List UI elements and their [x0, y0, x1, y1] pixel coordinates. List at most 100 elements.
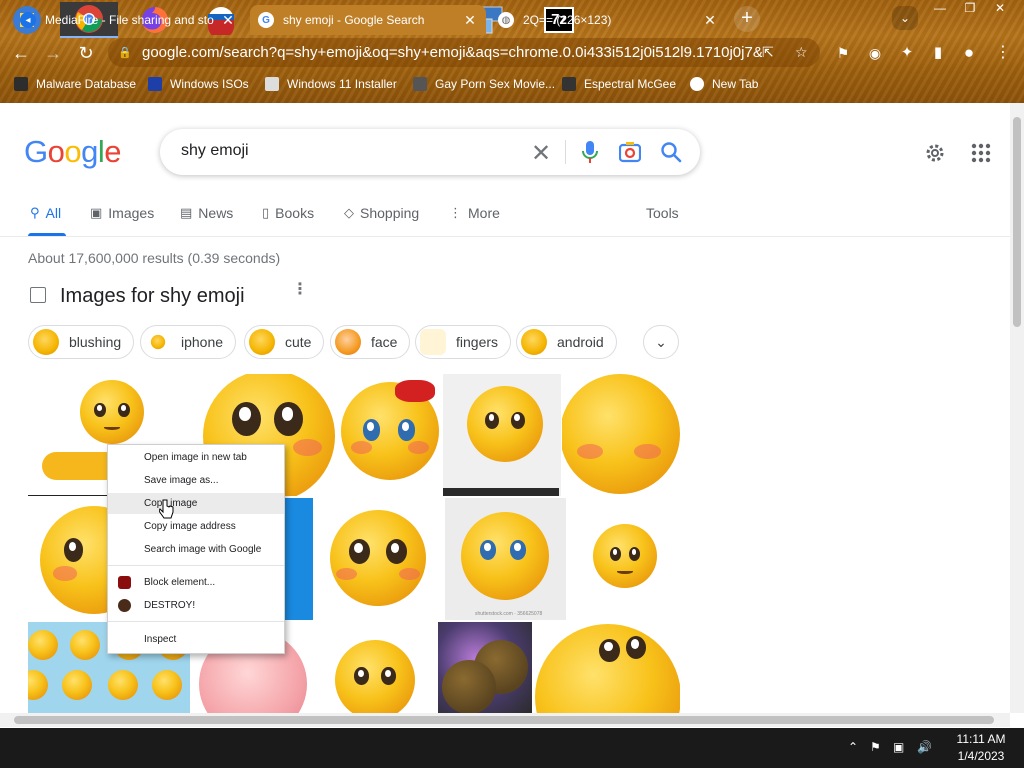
- network-icon[interactable]: ▣: [893, 740, 904, 754]
- x-icon: [148, 77, 162, 91]
- menu-item-search-image-google[interactable]: Search image with Google: [108, 539, 284, 560]
- menu-separator: [108, 621, 284, 622]
- menu-item-copy-image[interactable]: Copy image: [108, 493, 284, 514]
- menu-item-inspect[interactable]: Inspect: [108, 629, 284, 650]
- tab-google-search[interactable]: G shy emoji - Google Search ✕: [250, 5, 486, 35]
- news-icon: ▤: [180, 205, 193, 220]
- volume-icon[interactable]: 🔊: [917, 740, 932, 754]
- profile-icon[interactable]: ●: [958, 42, 980, 64]
- bookmark-windows-isos[interactable]: Windows ISOs: [148, 75, 249, 93]
- tab-images[interactable]: ▣ Images: [90, 205, 154, 221]
- emoji-thumbnail: [80, 380, 144, 444]
- bookmark-malware-database[interactable]: Malware Database: [14, 75, 136, 93]
- camera-icon[interactable]: [619, 141, 641, 163]
- clock-time: 11:11 AM: [956, 732, 1006, 746]
- scrollbar-thumb[interactable]: [14, 716, 994, 724]
- bookmark-new-tab[interactable]: New Tab: [690, 75, 758, 93]
- side-panel-icon[interactable]: ▮: [927, 42, 949, 64]
- flag-icon[interactable]: ⚑: [870, 740, 881, 754]
- forward-icon[interactable]: →: [42, 42, 64, 64]
- image-result[interactable]: shutterstock.com · 356625078: [445, 498, 566, 620]
- tab-title: MediaFire - File sharing and stora: [45, 13, 214, 27]
- result-stats: About 17,600,000 results (0.39 seconds): [28, 250, 281, 266]
- tab-news[interactable]: ▤ News: [180, 205, 233, 221]
- image-section-icon: [30, 287, 46, 303]
- menu-item-save-image-as[interactable]: Save image as...: [108, 470, 284, 491]
- tray-overflow-icon[interactable]: ⌃: [848, 740, 858, 754]
- scrollbar-thumb[interactable]: [1013, 117, 1021, 327]
- image-result[interactable]: [339, 374, 442, 496]
- search-box[interactable]: shy emoji ✕: [160, 129, 700, 175]
- close-tab-icon[interactable]: ✕: [702, 12, 718, 29]
- restore-button[interactable]: ❐: [954, 0, 986, 18]
- clock[interactable]: 11:11 AM 1/4/2023: [946, 731, 1016, 765]
- reload-icon[interactable]: ↻: [75, 42, 97, 64]
- google-logo[interactable]: Google: [24, 134, 122, 170]
- tab-search-button[interactable]: ⌄: [892, 6, 918, 30]
- image-result[interactable]: [567, 498, 680, 620]
- image-result[interactable]: [443, 374, 561, 496]
- chip-face[interactable]: face: [330, 325, 411, 359]
- apps-grid-icon[interactable]: [971, 143, 991, 163]
- menu-item-destroy[interactable]: DESTROY!: [108, 595, 284, 616]
- back-icon[interactable]: ←: [10, 42, 32, 64]
- tools-button[interactable]: Tools: [646, 205, 679, 221]
- menu-item-block-element[interactable]: Block element...: [108, 572, 284, 593]
- bookmark-star-icon[interactable]: ☆: [795, 44, 808, 61]
- tab-more[interactable]: ⋮ More: [449, 205, 500, 221]
- tab-all[interactable]: ⚲ All: [30, 205, 61, 221]
- image-result[interactable]: [438, 622, 532, 713]
- chevron-down-icon[interactable]: ⌄: [643, 325, 679, 359]
- avatar-extension-icon[interactable]: ◉: [864, 42, 886, 64]
- image-result[interactable]: [314, 498, 444, 620]
- context-menu: Open image in new tab Save image as... C…: [107, 444, 285, 654]
- flag-extension-icon[interactable]: ⚑: [832, 42, 854, 64]
- vertical-scrollbar[interactable]: [1010, 103, 1024, 713]
- bookmark-movie[interactable]: Gay Porn Sex Movie...: [413, 75, 555, 93]
- globe-icon: ◍: [498, 12, 514, 28]
- tab-image[interactable]: ◍ 2Q== (226×123) ✕: [490, 5, 726, 35]
- close-window-button[interactable]: ✕: [984, 0, 1016, 18]
- image-result[interactable]: [533, 622, 680, 713]
- new-tab-button[interactable]: +: [734, 6, 760, 32]
- chip-iphone[interactable]: iphone: [140, 325, 237, 359]
- share-icon[interactable]: ⇱: [762, 44, 774, 61]
- chip-android[interactable]: android: [516, 325, 617, 359]
- lock-icon: 🔒: [118, 47, 132, 59]
- book-icon: ▯: [262, 205, 270, 220]
- pointing-finger: [42, 452, 112, 480]
- extensions-icon[interactable]: ✦: [896, 42, 918, 64]
- search-input[interactable]: shy emoji: [181, 142, 249, 160]
- url-text[interactable]: google.com/search?q=shy+emoji&oq=shy+emo…: [142, 44, 762, 61]
- horizontal-scrollbar[interactable]: [0, 713, 1010, 727]
- chip-fingers[interactable]: fingers: [415, 325, 512, 359]
- chip-cute[interactable]: cute: [244, 325, 325, 359]
- emoji-thumbnail: [467, 386, 543, 462]
- settings-gear-icon[interactable]: [924, 142, 946, 164]
- search-icon: ⚲: [30, 205, 40, 220]
- emoji-thumbnail: [461, 512, 549, 600]
- bookmark-espectral-mcgee[interactable]: Espectral McGee: [562, 75, 676, 93]
- emoji-thumbnail: [330, 510, 426, 606]
- tab-mediafire[interactable]: ◂ MediaFire - File sharing and stora ✕: [12, 5, 244, 35]
- more-options-icon[interactable]: ⋮: [292, 282, 308, 298]
- menu-icon[interactable]: ⋮: [992, 42, 1014, 64]
- close-tab-icon[interactable]: ✕: [220, 12, 236, 29]
- minimize-button[interactable]: —: [924, 0, 956, 18]
- tab-shopping[interactable]: ◇ Shopping: [344, 205, 419, 221]
- image-result[interactable]: [562, 374, 680, 496]
- tab-books[interactable]: ▯ Books: [262, 205, 314, 221]
- menu-item-open-image-new-tab[interactable]: Open image in new tab: [108, 447, 284, 468]
- menu-item-copy-image-address[interactable]: Copy image address: [108, 516, 284, 537]
- chip-thumbnail: [249, 329, 275, 355]
- bookmark-windows-11-installer[interactable]: Windows 11 Installer: [265, 75, 397, 93]
- clear-icon[interactable]: ✕: [531, 139, 551, 168]
- bookmark-icon: [14, 77, 28, 91]
- chip-blushing[interactable]: blushing: [28, 325, 135, 359]
- chip-thumbnail: [150, 334, 166, 350]
- search-icon[interactable]: [660, 141, 682, 163]
- microphone-icon[interactable]: [581, 140, 599, 164]
- address-bar[interactable]: 🔒 google.com/search?q=shy+emoji&oq=shy+e…: [108, 38, 820, 67]
- close-tab-icon[interactable]: ✕: [462, 12, 478, 29]
- image-result[interactable]: [315, 622, 437, 713]
